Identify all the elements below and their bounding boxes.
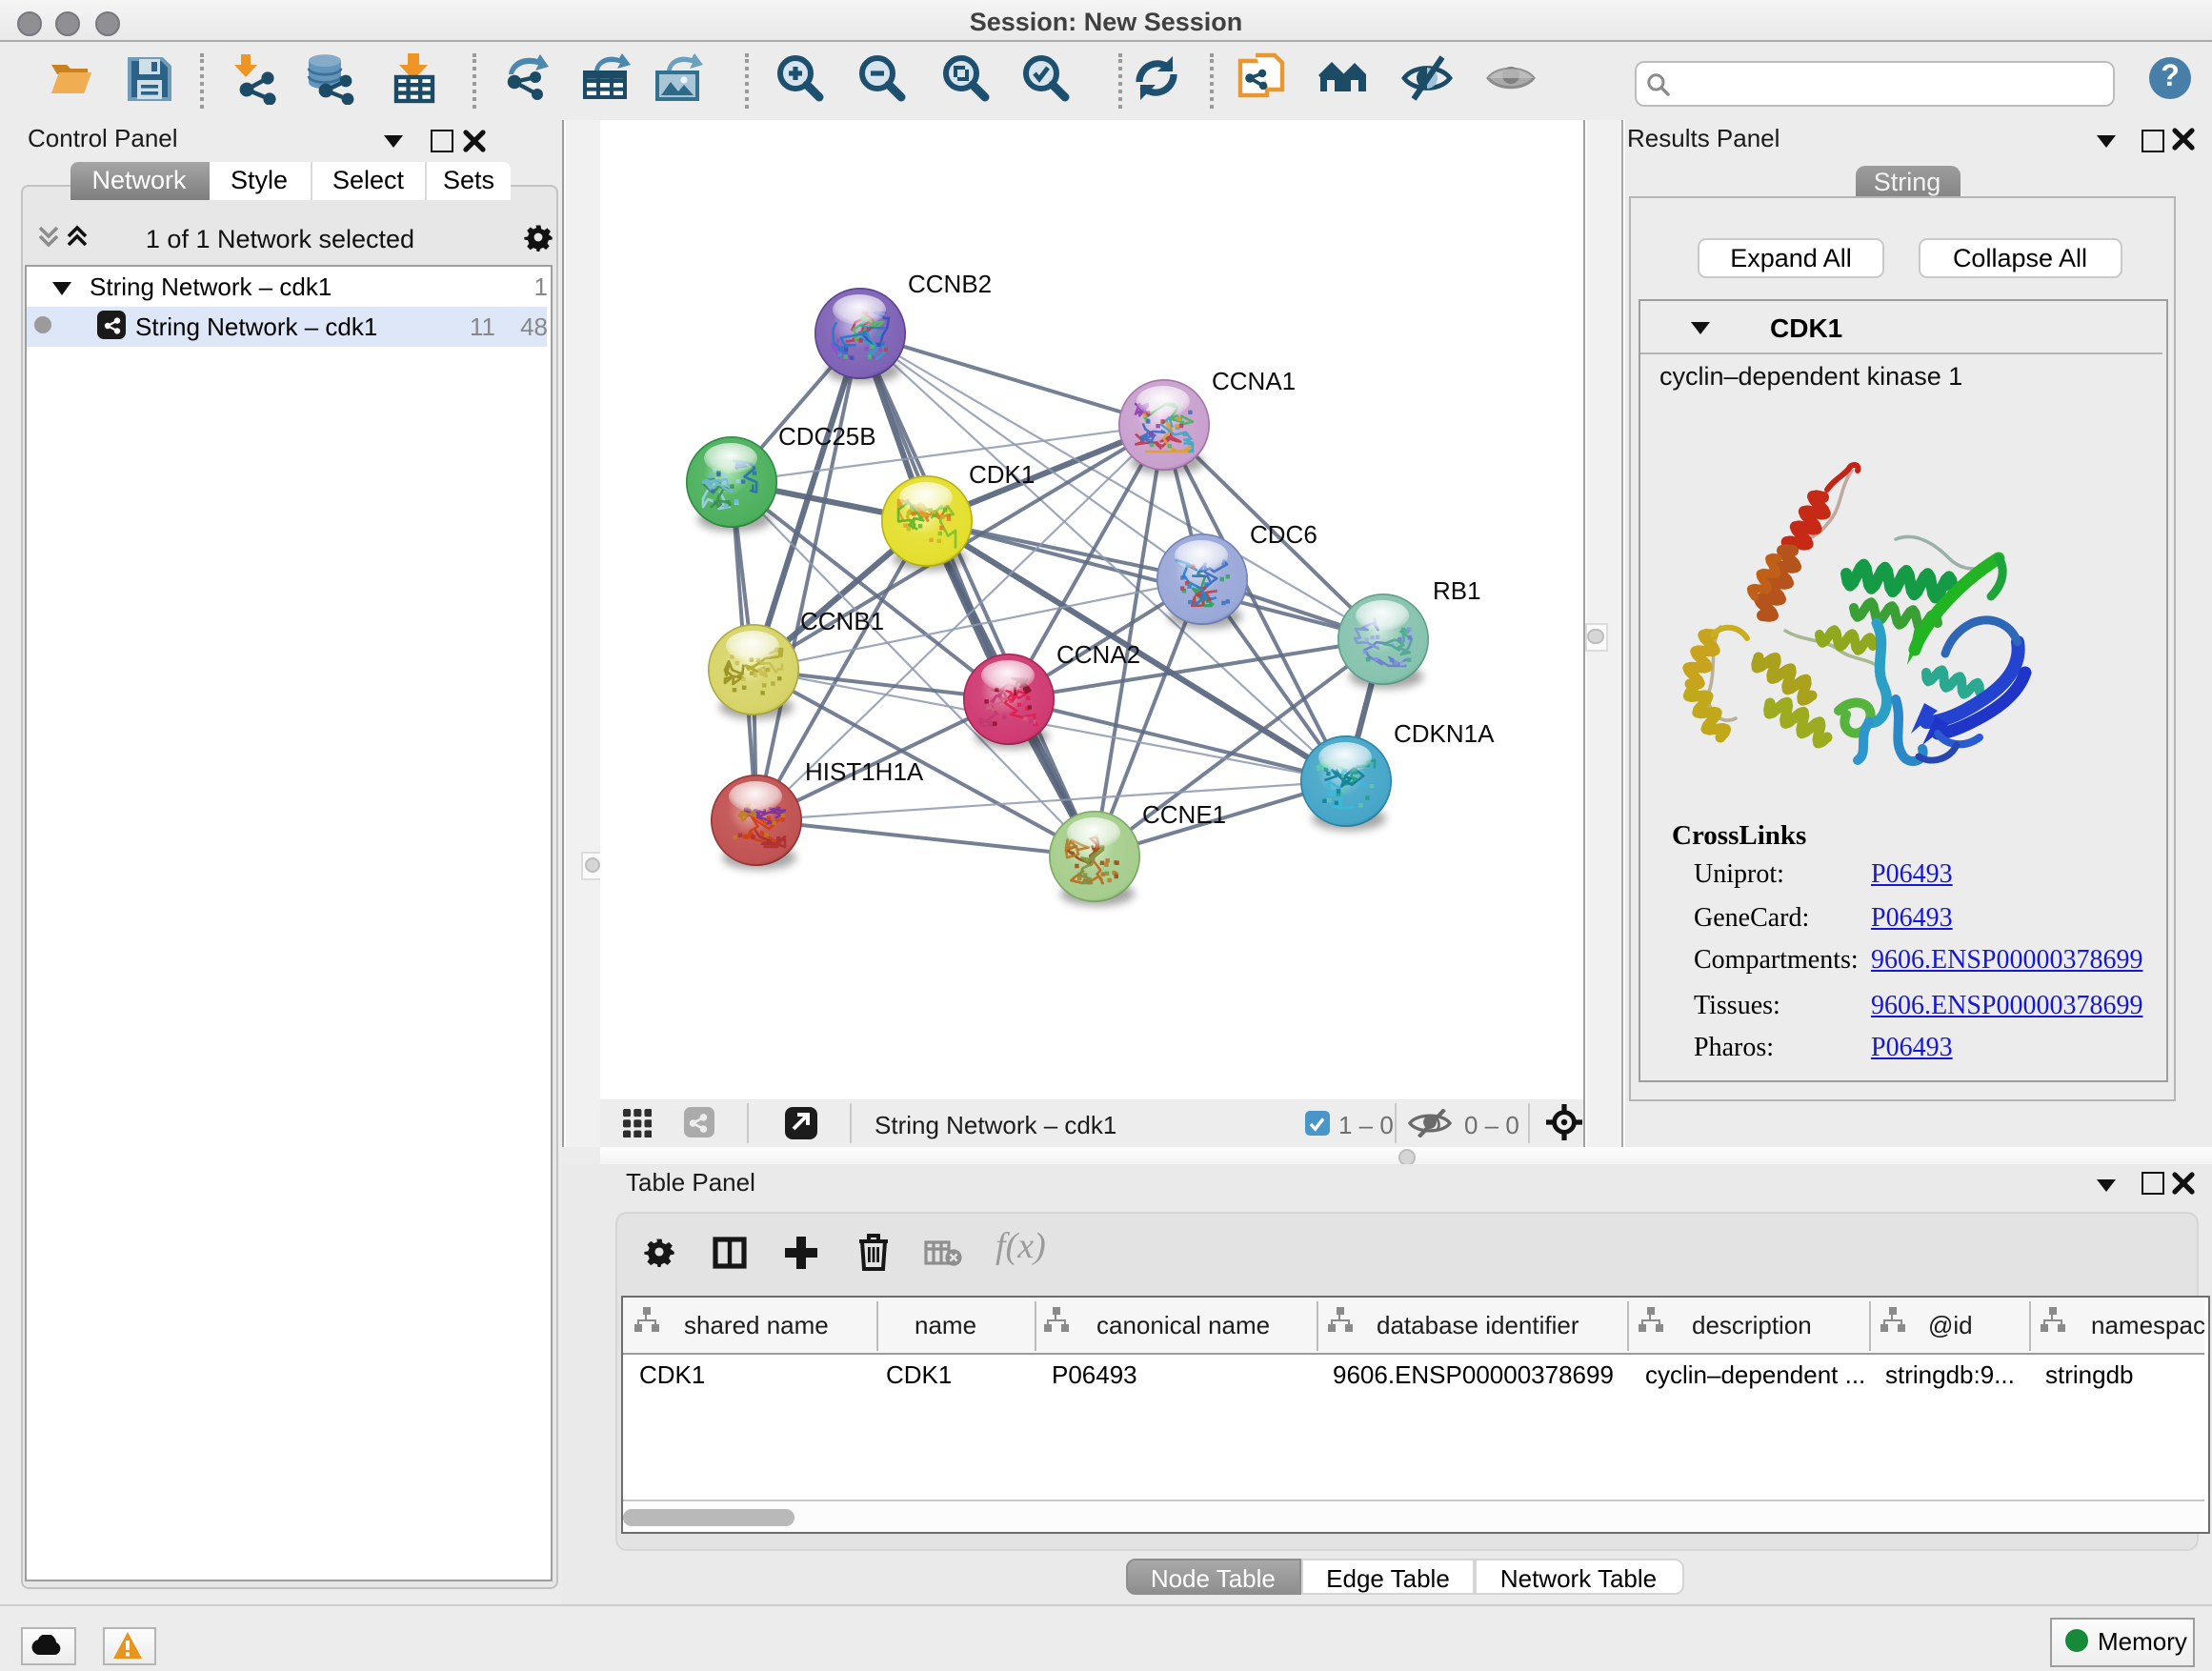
svg-text:CCNB1: CCNB1 [799, 606, 883, 634]
svg-text:CDC6: CDC6 [1249, 519, 1317, 548]
svg-text:CCNA2: CCNA2 [1056, 639, 1139, 668]
svg-text:HIST1H1A: HIST1H1A [804, 756, 923, 785]
svg-text:CCNE1: CCNE1 [1141, 799, 1225, 828]
svg-text:CCNB2: CCNB2 [907, 269, 991, 297]
svg-text:CDC25B: CDC25B [777, 421, 875, 450]
svg-text:RB1: RB1 [1432, 575, 1480, 604]
svg-text:CDK1: CDK1 [968, 459, 1034, 488]
svg-text:CDKN1A: CDKN1A [1393, 718, 1494, 747]
svg-text:CCNA1: CCNA1 [1211, 366, 1295, 394]
